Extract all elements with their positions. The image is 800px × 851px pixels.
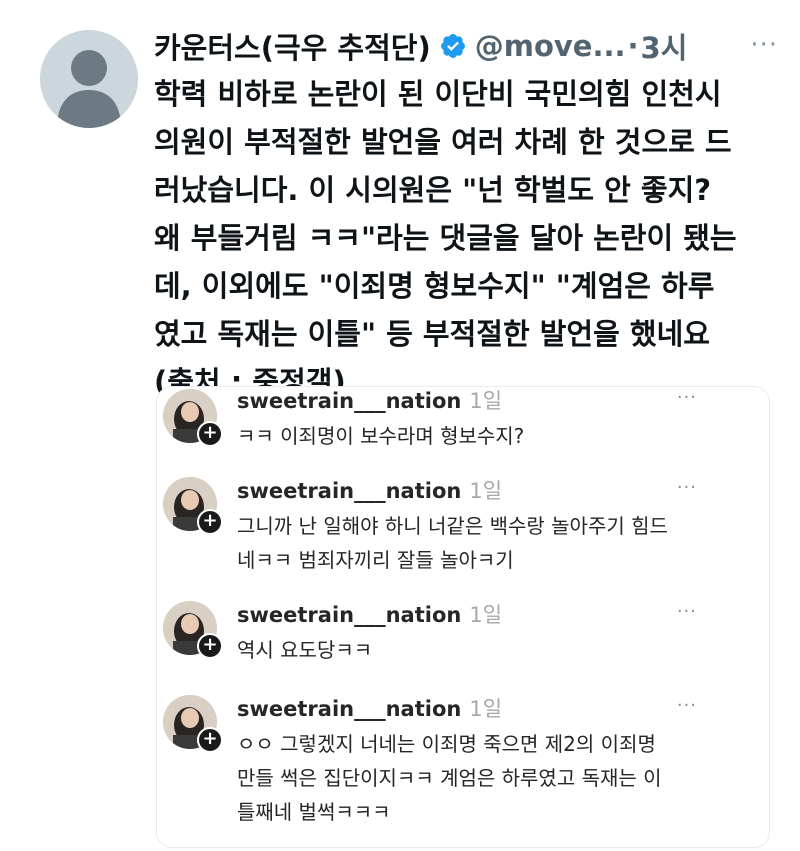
comment-text: 그니까 난 일해야 하니 너같은 백수랑 놀아주기 힘드 네ㅋㅋ 범죄자끼리 잘… <box>237 509 668 577</box>
comment-more-icon[interactable]: ··· <box>677 695 697 716</box>
comment-line: 역시 요도당ㅋㅋ <box>237 638 373 662</box>
comment-line: 네ㅋㅋ 범죄자끼리 잘들 놀아ㅋ기 <box>237 548 514 572</box>
add-plus-icon[interactable]: + <box>197 633 223 659</box>
comment-line: ㅋㅋ 이죄명이 보수라며 형보수지? <box>237 424 525 448</box>
comment-time: 1일 <box>469 697 503 721</box>
comment-username[interactable]: sweetrain___nation <box>237 603 461 627</box>
comment-username[interactable]: sweetrain___nation <box>237 389 461 413</box>
display-name[interactable]: 카운터스(극우 추적단) <box>154 25 431 67</box>
tweet-line: 데, 이외에도 "이죄명 형보수지" "계엄은 하루 <box>154 269 715 303</box>
attached-image-comments[interactable]: + sweetrain___nation 1일 ··· ㅋㅋ 이죄명이 보수라며 … <box>156 386 770 848</box>
tweet-line: 였고 독재는 이틀" 등 부적절한 발언을 했네요 <box>154 317 710 351</box>
tweet-time[interactable]: 3시 <box>641 25 688 67</box>
user-silhouette-icon <box>40 30 138 128</box>
tweet-line: 러났습니다. 이 시의원은 "넌 학벌도 안 좋지? <box>154 173 712 207</box>
tweet-line: 왜 부들거림 ㅋㅋ"라는 댓글을 달아 논란이 됐는 <box>154 221 737 255</box>
comment-username[interactable]: sweetrain___nation <box>237 697 461 721</box>
comment-time: 1일 <box>469 479 503 503</box>
tweet-header: 카운터스(극우 추적단) @move... · 3시 <box>154 22 780 70</box>
default-avatar[interactable] <box>40 30 138 128</box>
comment-time: 1일 <box>469 389 503 413</box>
comment-line: 틀째네 벌썩ㅋㅋㅋ <box>237 800 391 824</box>
comment-header: sweetrain___nation 1일 <box>237 599 502 629</box>
comment-text: ㅋㅋ 이죄명이 보수라며 형보수지? <box>237 419 524 453</box>
comment-time: 1일 <box>469 603 503 627</box>
add-plus-icon[interactable]: + <box>197 727 223 753</box>
comment-text: 역시 요도당ㅋㅋ <box>237 633 372 667</box>
more-options-icon[interactable]: ··· <box>750 32 778 58</box>
tweet-line: 학력 비하로 논란이 된 이단비 국민의힘 인천시 <box>154 77 722 111</box>
add-plus-icon[interactable]: + <box>197 421 223 447</box>
comment-more-icon[interactable]: ··· <box>677 601 697 622</box>
tweet-body: 학력 비하로 논란이 된 이단비 국민의힘 인천시 의원이 부적절한 발언을 여… <box>154 70 784 406</box>
comment-header: sweetrain___nation 1일 <box>237 387 503 415</box>
tweet: 카운터스(극우 추적단) @move... · 3시 ··· 학력 비하로 논란… <box>0 0 800 851</box>
comment-line: ㅇㅇ 그렇겠지 너네는 이죄명 죽으면 제2의 이죄명 <box>237 732 656 756</box>
comment-line: 그니까 난 일해야 하니 너같은 백수랑 놀아주기 힘드 <box>237 514 668 538</box>
add-plus-icon[interactable]: + <box>197 509 223 535</box>
verified-badge-icon <box>439 32 467 60</box>
user-handle[interactable]: @move... <box>475 29 626 63</box>
tweet-line: 의원이 부적절한 발언을 여러 차례 한 것으로 드 <box>154 125 732 159</box>
comment-more-icon[interactable]: ··· <box>677 387 697 408</box>
comment-text: ㅇㅇ 그렇겠지 너네는 이죄명 죽으면 제2의 이죄명 만들 썩은 집단이지ㅋㅋ… <box>237 727 662 829</box>
comment-more-icon[interactable]: ··· <box>677 477 697 498</box>
comment-header: sweetrain___nation 1일 <box>237 475 502 505</box>
comment-username[interactable]: sweetrain___nation <box>237 479 461 503</box>
separator-dot: · <box>627 29 639 63</box>
comment-header: sweetrain___nation 1일 <box>237 693 502 723</box>
comment-line: 만들 썩은 집단이지ㅋㅋ 계엄은 하루였고 독재는 이 <box>237 766 662 790</box>
